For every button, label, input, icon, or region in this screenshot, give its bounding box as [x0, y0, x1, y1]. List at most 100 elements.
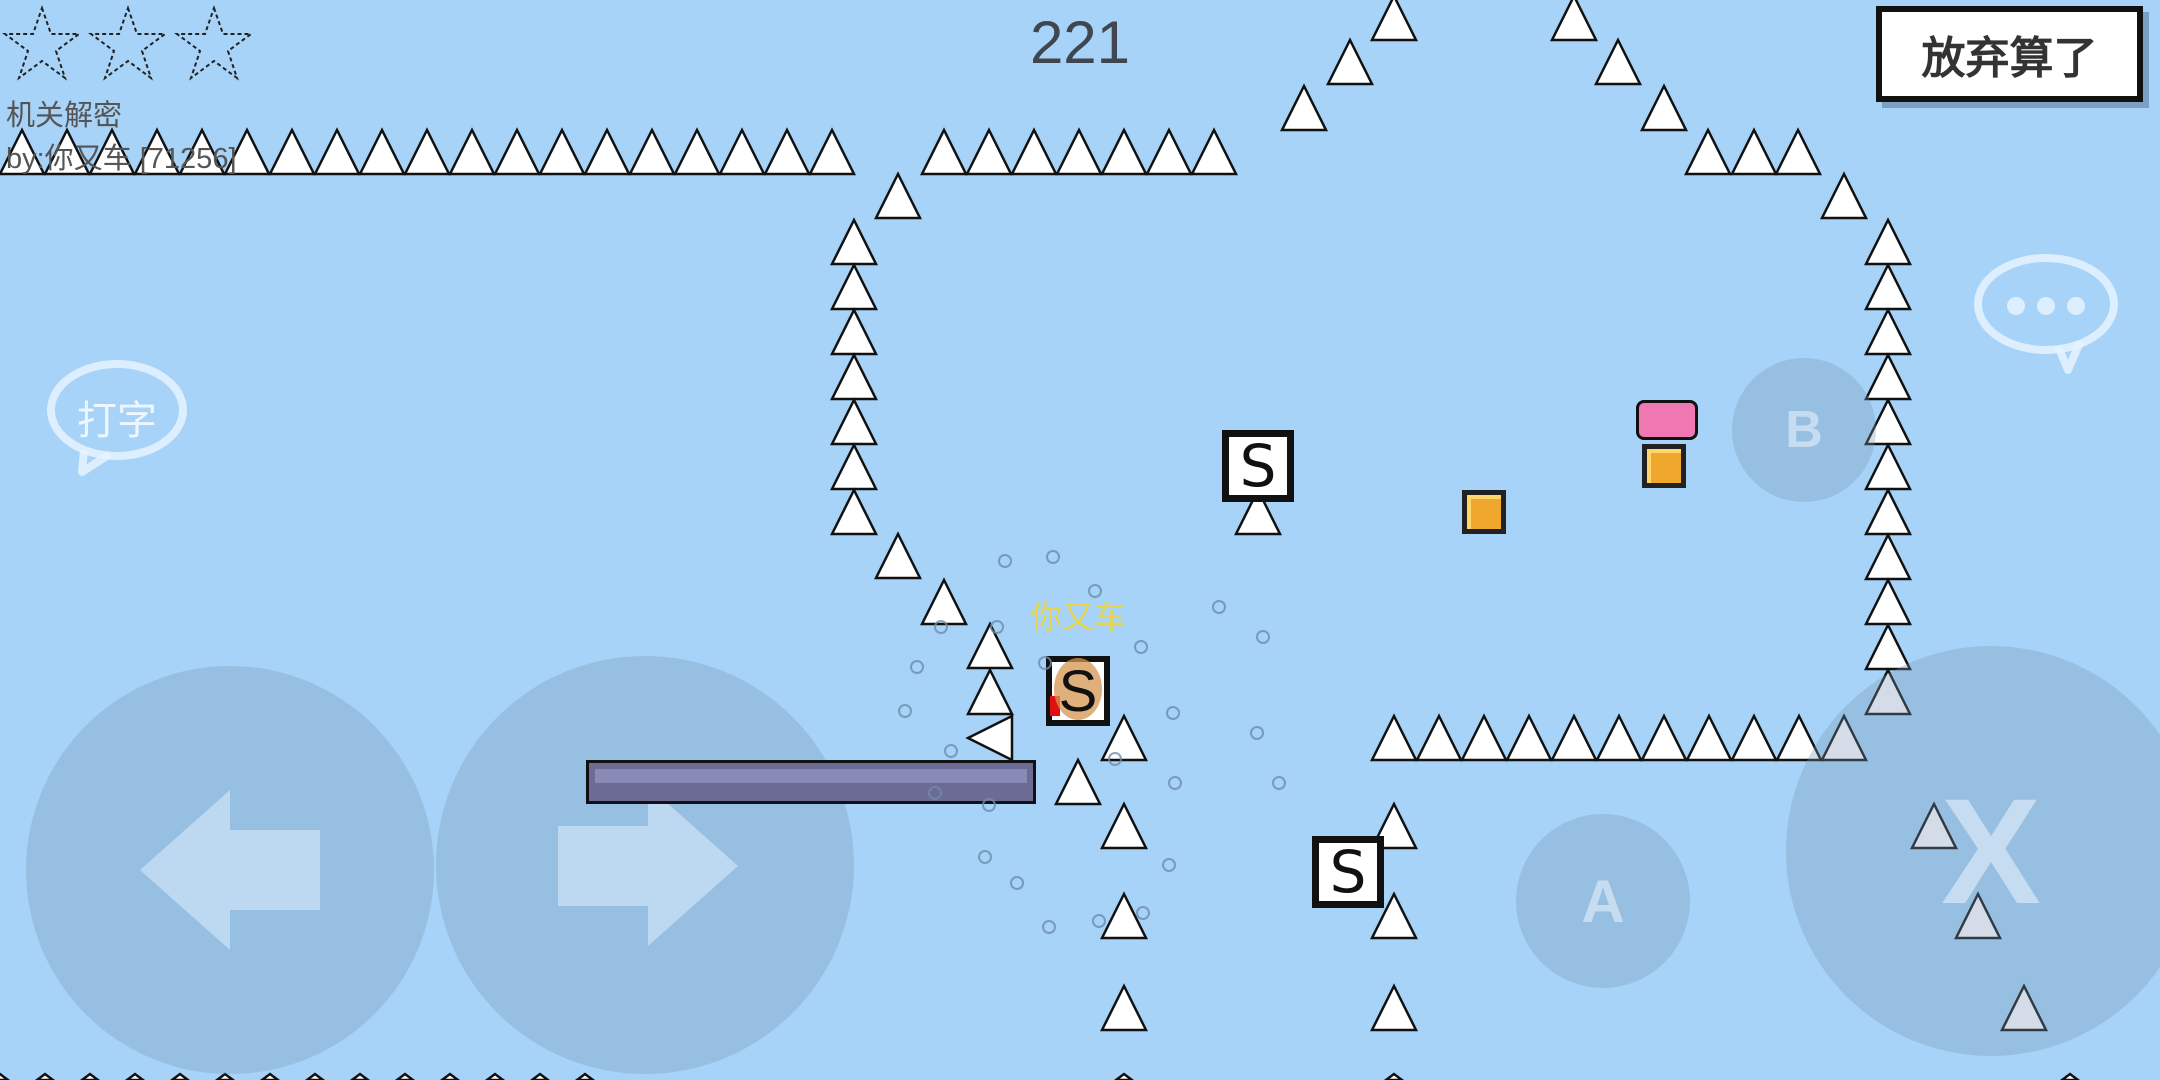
bubble — [1272, 776, 1286, 790]
spike — [1683, 127, 1733, 176]
spike — [439, 1072, 461, 1080]
timer: 221 — [1029, 9, 1131, 76]
spike — [582, 127, 632, 176]
coin-block — [1642, 444, 1686, 488]
spike — [574, 1072, 596, 1080]
spike — [1863, 217, 1913, 266]
give-up-button[interactable]: 放弃算了 — [1876, 6, 2143, 102]
player-character: S — [1046, 656, 1110, 726]
bubble — [944, 744, 958, 758]
bubble — [928, 786, 942, 800]
spike — [1459, 713, 1509, 762]
spike — [402, 127, 452, 176]
spike — [829, 442, 879, 491]
spike — [169, 1072, 191, 1080]
level-title: 机关解密 — [6, 100, 123, 132]
spike — [965, 713, 1014, 763]
spike — [1863, 487, 1913, 536]
spike — [1819, 171, 1869, 220]
spike — [0, 1072, 11, 1080]
a-button[interactable]: A — [1516, 814, 1690, 988]
spike — [1054, 127, 1104, 176]
spike — [1863, 262, 1913, 311]
spike — [807, 127, 857, 176]
spike — [829, 262, 879, 311]
type-label: 打字 — [77, 399, 157, 443]
bubble — [1088, 584, 1102, 598]
spike — [34, 1072, 56, 1080]
bubble — [978, 850, 992, 864]
spike — [829, 307, 879, 356]
bubble — [1212, 600, 1226, 614]
bubble — [1038, 656, 1052, 670]
move-left-button[interactable] — [26, 666, 434, 1074]
player-name: 你又车 — [1030, 599, 1127, 635]
spike — [1099, 983, 1149, 1032]
spike — [1099, 127, 1149, 176]
spike — [1009, 127, 1059, 176]
bubble — [998, 554, 1012, 568]
spike — [1369, 0, 1419, 42]
spike — [1369, 983, 1419, 1032]
spike — [1144, 127, 1194, 176]
spike — [873, 531, 923, 580]
spike — [1383, 1072, 1405, 1080]
spike — [529, 1072, 551, 1080]
spike — [1684, 713, 1734, 762]
spike — [1593, 37, 1643, 86]
spike — [1504, 713, 1554, 762]
bubble — [990, 620, 1004, 634]
spike — [537, 127, 587, 176]
spike — [1863, 352, 1913, 401]
spike — [267, 127, 317, 176]
arrow-left-icon — [140, 790, 320, 950]
spike — [1414, 713, 1464, 762]
spike — [2059, 1072, 2081, 1080]
spike — [1863, 622, 1913, 671]
b-button[interactable]: B — [1732, 358, 1876, 502]
spike — [1639, 713, 1689, 762]
save-point-label: S — [1058, 658, 1098, 724]
bubble — [1042, 920, 1056, 934]
bubble — [1250, 726, 1264, 740]
bubble — [898, 704, 912, 718]
bubble — [1108, 752, 1122, 766]
spike — [1279, 83, 1329, 132]
spike — [919, 577, 969, 626]
spike — [124, 1072, 146, 1080]
spike — [1639, 83, 1689, 132]
spike — [1189, 127, 1239, 176]
spike — [312, 127, 362, 176]
bubble — [1010, 876, 1024, 890]
spike — [1594, 713, 1644, 762]
spike — [1863, 577, 1913, 626]
bubble — [1256, 630, 1270, 644]
spike — [762, 127, 812, 176]
spike — [672, 127, 722, 176]
star-icon — [2, 4, 82, 81]
level-author: by:你又车 [71256] — [6, 143, 237, 175]
spike — [919, 127, 969, 176]
bubble — [1134, 640, 1148, 654]
bubble — [1166, 706, 1180, 720]
bubble — [1168, 776, 1182, 790]
bubble — [934, 620, 948, 634]
spike — [394, 1072, 416, 1080]
spike — [492, 127, 542, 176]
move-right-button[interactable] — [436, 656, 854, 1074]
spike — [357, 127, 407, 176]
chat-bubble-icon[interactable] — [1972, 252, 2120, 374]
spike — [1729, 127, 1779, 176]
bubble — [1162, 858, 1176, 872]
spike — [304, 1072, 326, 1080]
spike — [717, 127, 767, 176]
spike — [1549, 0, 1599, 42]
spike — [259, 1072, 281, 1080]
moving-platform — [586, 760, 1036, 804]
spike — [1113, 1072, 1135, 1080]
bubble — [1046, 550, 1060, 564]
coin-block — [1462, 490, 1506, 534]
save-point: S — [1222, 430, 1294, 502]
spike — [965, 667, 1015, 716]
spike — [964, 127, 1014, 176]
